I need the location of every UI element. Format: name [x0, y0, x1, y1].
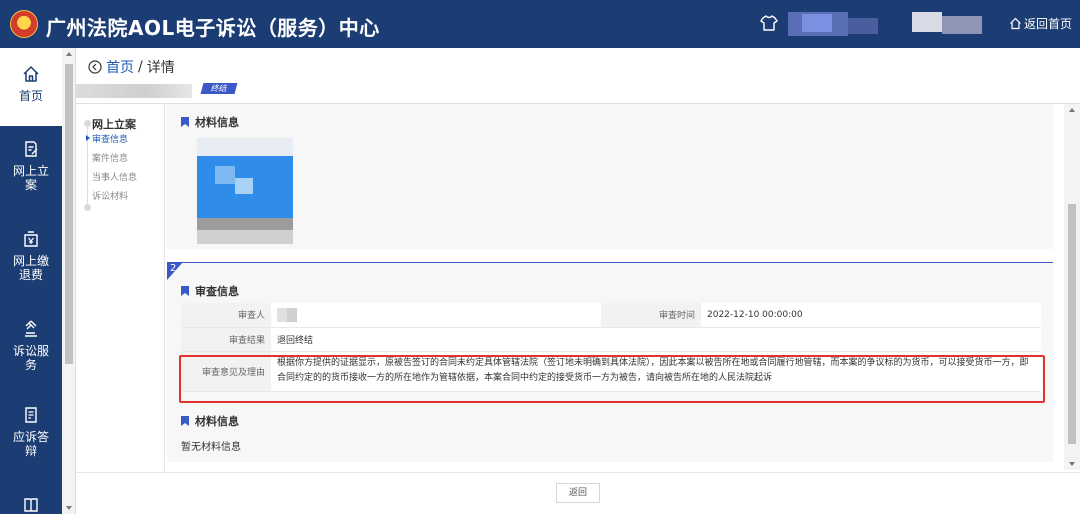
- bookmark-icon: [181, 117, 189, 127]
- sidebar: 首页 网上立案 网上缴退费 诉讼服务 应诉答辩: [0, 48, 62, 514]
- material-thumbnail[interactable]: [197, 138, 293, 244]
- sidebar-item-defense[interactable]: 应诉答辩: [0, 392, 62, 470]
- sidebar-item-litigation-service[interactable]: 诉讼服务: [0, 306, 62, 384]
- reviewer-mosaic: [277, 307, 297, 322]
- home-icon: [23, 66, 39, 82]
- section-nav-heading: 网上立案: [92, 118, 136, 131]
- reply-document-icon: [25, 407, 37, 423]
- review-result-value: 退回终结: [271, 327, 1041, 352]
- section-nav-case-info[interactable]: 案件信息: [92, 151, 128, 164]
- section-nav-litigation-materials[interactable]: 诉讼材料: [92, 189, 128, 202]
- sidebar-scrollbar[interactable]: [62, 48, 76, 514]
- status-badge: 终结: [200, 83, 238, 94]
- scroll-up-arrow-icon[interactable]: [1069, 108, 1075, 112]
- review-result-label: 审查结果: [181, 327, 271, 352]
- review-title-text: 审查信息: [195, 285, 239, 298]
- review-time-label: 审查时间: [601, 303, 701, 328]
- section-number-badge: 2: [167, 262, 183, 280]
- gavel-icon: [25, 320, 37, 337]
- section-nav-review-info[interactable]: 审查信息: [85, 132, 128, 145]
- sidebar-item-label: 首页: [18, 89, 43, 103]
- table-row: 审查结果 退回终结: [181, 327, 1041, 352]
- user-info-mosaic[interactable]: [788, 8, 988, 40]
- nav-dot: [84, 120, 91, 127]
- section-nav-party-info[interactable]: 当事人信息: [92, 170, 137, 183]
- sidebar-item-fees[interactable]: 网上缴退费: [0, 216, 62, 294]
- sidebar-item-label: 网上立案: [12, 164, 49, 192]
- scroll-down-arrow-icon[interactable]: [1069, 462, 1075, 466]
- review-card: 2 审查信息 审查人 审查时间 2022-12-10 00:00:00 审查结果…: [167, 262, 1053, 462]
- breadcrumb: 首页 / 详情: [88, 57, 175, 77]
- shirt-icon[interactable]: [760, 14, 778, 32]
- materials-title-text: 材料信息: [195, 116, 239, 129]
- no-materials-text: 暂无材料信息: [181, 442, 241, 453]
- case-number-mosaic: [76, 84, 192, 98]
- money-icon: [24, 231, 38, 247]
- sidebar-item-online-filing[interactable]: 网上立案: [0, 130, 62, 208]
- top-header: 广州法院AOL电子诉讼（服务）中心 返回首页: [0, 0, 1080, 48]
- nav-dot: [84, 204, 91, 211]
- sidebar-item-label: 网上缴退费: [12, 254, 49, 282]
- review-section-title: 审查信息: [181, 283, 239, 299]
- materials-card: 材料信息: [167, 104, 1053, 249]
- footer-bar: 返回: [76, 472, 1080, 514]
- return-home-link[interactable]: 返回首页: [1009, 15, 1072, 32]
- app-title: 广州法院AOL电子诉讼（服务）中心: [46, 16, 380, 40]
- content-scrollbar[interactable]: [1064, 104, 1080, 470]
- table-row: 审查人 审查时间 2022-12-10 00:00:00: [181, 303, 1041, 328]
- sidebar-item-label: 诉讼服务: [12, 344, 49, 372]
- bookmark-icon: [181, 416, 189, 426]
- bookmark-icon: [181, 286, 189, 296]
- reviewer-label: 审查人: [181, 303, 271, 328]
- scroll-down-arrow-icon[interactable]: [66, 506, 72, 510]
- court-emblem-icon: [10, 10, 38, 38]
- materials-title-text: 材料信息: [195, 415, 239, 428]
- book-icon: [24, 498, 38, 512]
- breadcrumb-home-link[interactable]: 首页: [106, 57, 134, 77]
- return-home-label: 返回首页: [1023, 17, 1072, 31]
- edit-document-icon: [25, 141, 38, 157]
- sidebar-item-more[interactable]: [0, 488, 62, 514]
- back-button[interactable]: 返回: [556, 483, 600, 503]
- scrollbar-thumb[interactable]: [65, 64, 73, 364]
- main-content: 首页 / 详情 终结 网上立案 审查信息 案件信息 当事人信息 诉讼材料 材料信…: [76, 48, 1080, 514]
- scrollbar-thumb[interactable]: [1068, 204, 1076, 444]
- content-divider: [164, 104, 165, 514]
- back-circle-icon[interactable]: [88, 60, 102, 74]
- reason-highlight-box: [179, 355, 1045, 403]
- sidebar-item-home[interactable]: 首页: [0, 48, 62, 126]
- scroll-up-arrow-icon[interactable]: [66, 52, 72, 56]
- reviewer-value: [271, 303, 601, 328]
- review-time-value: 2022-12-10 00:00:00: [701, 303, 1041, 328]
- sidebar-item-label: 应诉答辩: [12, 430, 49, 458]
- materials-section-title: 材料信息: [181, 114, 239, 130]
- breadcrumb-separator: /: [138, 59, 143, 75]
- materials-section-title-2: 材料信息: [181, 413, 239, 429]
- breadcrumb-current: 详情: [146, 60, 175, 76]
- home-icon: [1010, 17, 1021, 30]
